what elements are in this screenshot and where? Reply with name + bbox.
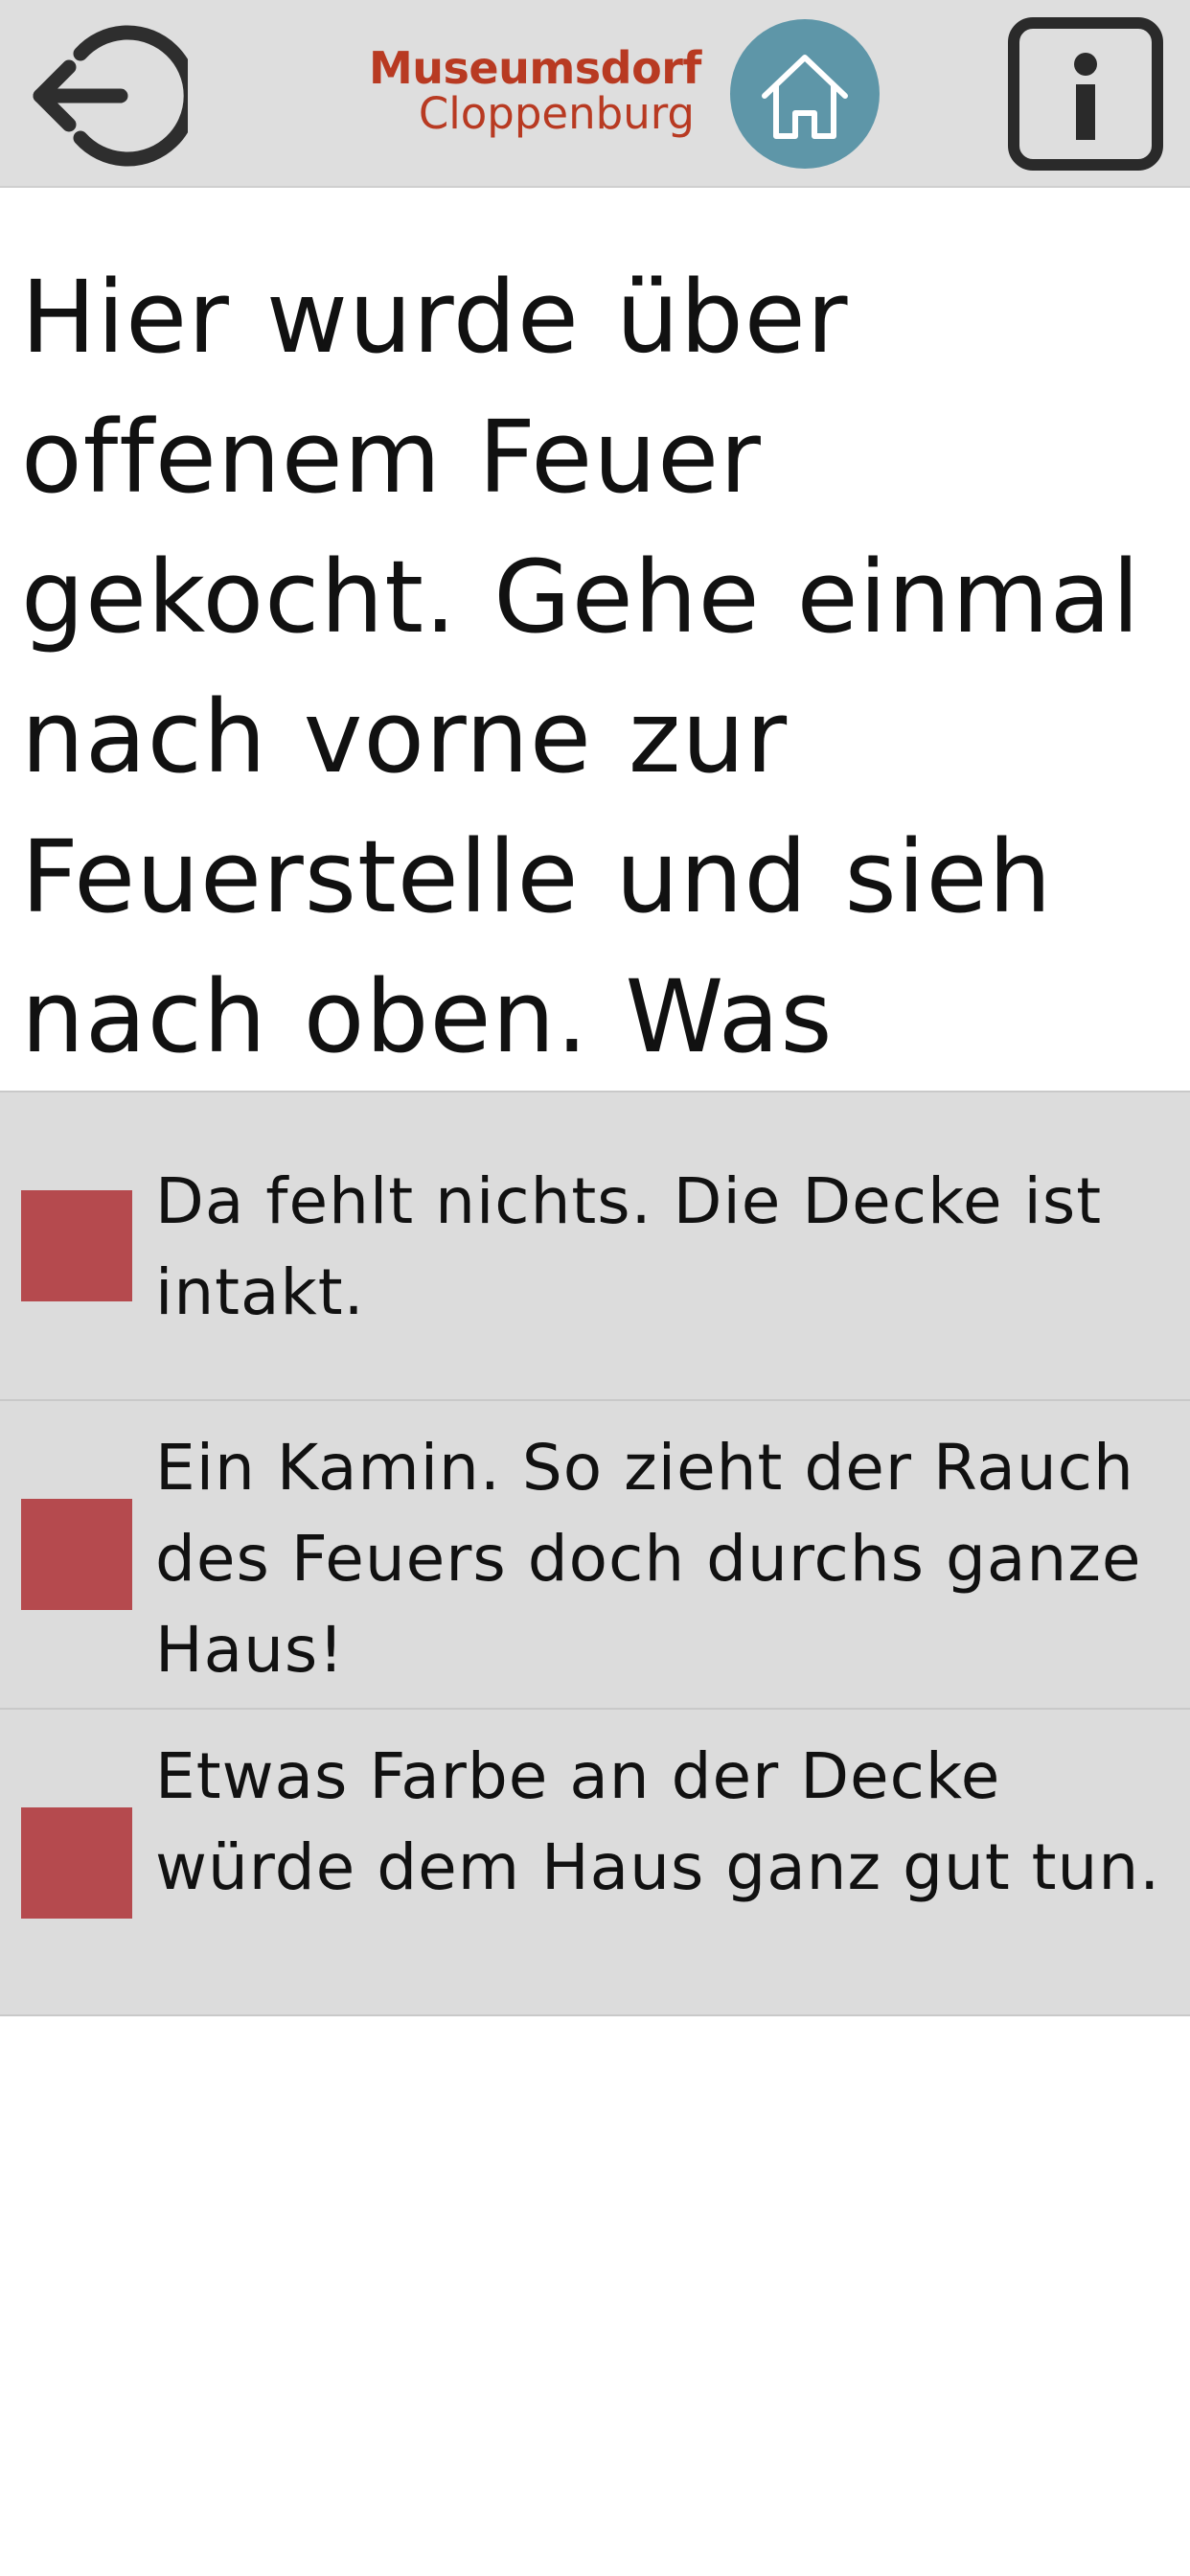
app-header: Museumsdorf Cloppenburg bbox=[0, 0, 1190, 188]
answer-list: Da fehlt nichts. Die Decke ist intakt. E… bbox=[0, 1091, 1190, 2016]
logo-line-1: Museumsdorf bbox=[369, 42, 701, 94]
answer-label: Da fehlt nichts. Die Decke ist intakt. bbox=[155, 1164, 1103, 1329]
museum-logo: Museumsdorf Cloppenburg bbox=[369, 42, 701, 142]
answer-option-2[interactable]: Ein Kamin. So zieht der Rauch des Feuers… bbox=[0, 1399, 1190, 1708]
question-text: Hier wurde über offenem Feuer gekocht. G… bbox=[21, 259, 1141, 1075]
answer-option-1[interactable]: Da fehlt nichts. Die Decke ist intakt. bbox=[0, 1091, 1190, 1399]
home-button[interactable] bbox=[730, 19, 880, 169]
answer-option-3[interactable]: Etwas Farbe an der Decke würde dem Haus … bbox=[0, 1708, 1190, 2016]
back-button[interactable] bbox=[25, 19, 198, 172]
info-button[interactable] bbox=[1008, 17, 1163, 171]
home-icon bbox=[762, 55, 848, 139]
answer-marker bbox=[21, 1499, 132, 1610]
answer-marker bbox=[21, 1190, 132, 1301]
answer-label: Etwas Farbe an der Decke würde dem Haus … bbox=[155, 1739, 1161, 1904]
logo-line-2: Cloppenburg bbox=[418, 88, 695, 139]
back-arrow-icon bbox=[33, 25, 198, 167]
answer-label: Ein Kamin. So zieht der Rauch des Feuers… bbox=[155, 1431, 1142, 1687]
answer-marker bbox=[21, 1807, 132, 1919]
info-icon bbox=[1074, 53, 1097, 140]
